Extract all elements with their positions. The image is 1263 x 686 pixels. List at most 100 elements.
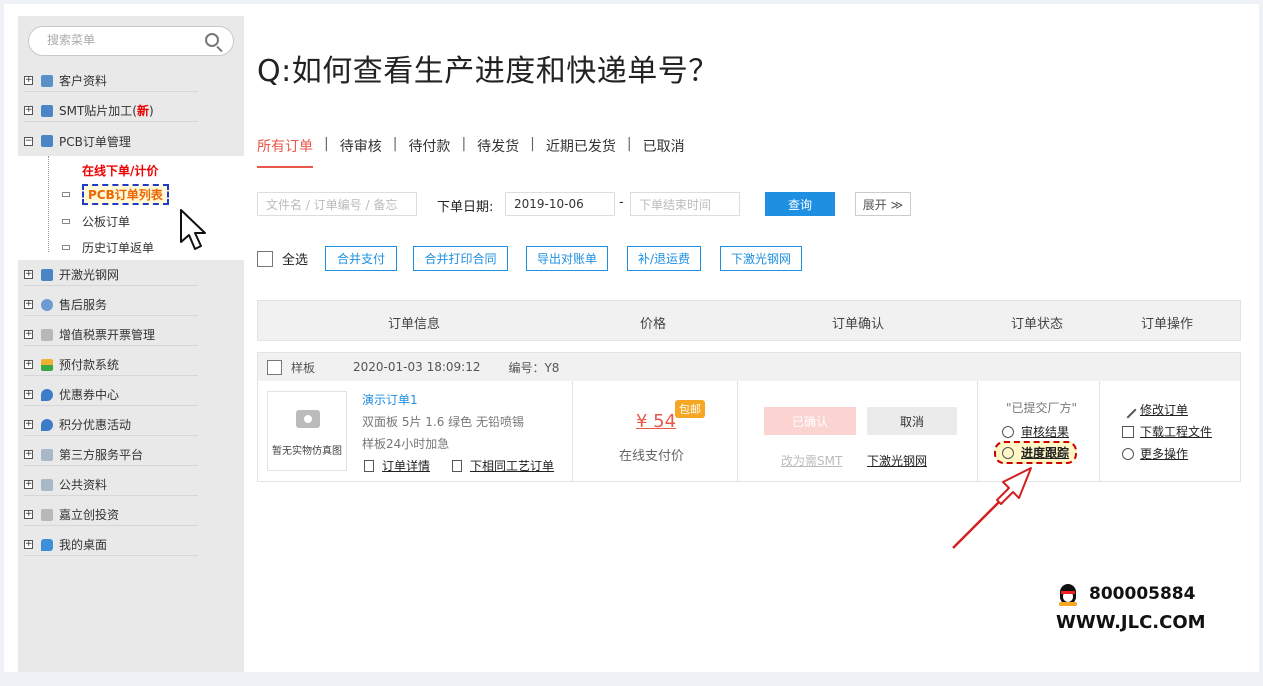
order-tabs: 所有订单 | 待审核 | 待付款 | 待发货 | 近期已发货 | 已取消 xyxy=(257,136,685,168)
review-result-link[interactable]: 审核结果 xyxy=(1002,423,1069,440)
sidebar-item-pcb[interactable]: − PCB订单管理 xyxy=(24,130,198,152)
document-icon xyxy=(41,508,53,521)
tab-pending-shipment[interactable]: 待发货 xyxy=(477,136,519,168)
sidebar-item-label: PCB订单管理 xyxy=(59,134,131,149)
order-status: "已提交厂方" xyxy=(1006,401,1078,415)
tab-cancelled[interactable]: 已取消 xyxy=(643,136,685,168)
order-checkbox[interactable] xyxy=(267,359,282,375)
column-header: 订单状态 xyxy=(1011,317,1064,332)
table-header: 订单信息 价格 订单确认 订单状态 订单操作 xyxy=(257,300,1241,341)
sidebar-item-invoice[interactable]: + 增值税票开票管理 xyxy=(24,324,198,346)
check-circle-icon xyxy=(1002,425,1014,438)
expand-icon[interactable]: + xyxy=(24,106,33,115)
mouse-cursor-icon xyxy=(180,209,206,250)
tab-recently-shipped[interactable]: 近期已发货 xyxy=(546,136,616,168)
product-thumbnail: 暂无实物仿真图 xyxy=(267,391,347,471)
bullet-icon xyxy=(62,218,70,224)
pcb-submenu: 在线下单/计价 PCB订单列表 公板订单 历史订单返单 xyxy=(18,156,244,260)
submenu-item-online-order[interactable]: 在线下单/计价 xyxy=(62,160,158,180)
menu-search-input[interactable] xyxy=(47,33,197,47)
column-header: 订单信息 xyxy=(388,317,441,332)
order-stencil-button[interactable]: 下激光钢网 xyxy=(720,246,802,271)
column-header: 价格 xyxy=(640,317,667,332)
sidebar-item-label: 开激光钢网 xyxy=(59,268,120,282)
person-icon xyxy=(41,298,53,311)
menu-search-box[interactable] xyxy=(28,26,234,56)
calendar-icon xyxy=(41,135,53,147)
modify-order-link[interactable]: 修改订单 xyxy=(1119,401,1188,418)
select-all[interactable]: 全选 xyxy=(257,249,308,268)
confirmed-button: 已确认 xyxy=(764,407,856,435)
camera-icon xyxy=(296,410,320,428)
order-stencil-link[interactable]: 下激光钢网 xyxy=(867,452,927,469)
expand-icon[interactable]: + xyxy=(24,420,33,429)
date-end-input[interactable]: 下单结束时间 xyxy=(630,192,740,216)
order-number: 编号：Y8 xyxy=(508,360,560,375)
collapse-icon[interactable]: − xyxy=(24,136,33,146)
sidebar-item-thirdparty[interactable]: + 第三方服务平台 xyxy=(24,444,198,466)
expand-icon[interactable]: + xyxy=(24,300,33,309)
qq-penguin-icon xyxy=(1057,582,1079,606)
shield-icon xyxy=(41,388,53,401)
submenu-item-pcb-list[interactable]: PCB订单列表 xyxy=(62,183,169,205)
sidebar-item-coupon[interactable]: + 优惠券中心 xyxy=(24,384,198,406)
change-to-smt-link: 改为需SMT xyxy=(781,454,843,468)
submenu-item-public-board[interactable]: 公板订单 xyxy=(62,211,130,231)
expand-icon[interactable]: + xyxy=(24,540,33,549)
sidebar-item-stencil[interactable]: + 开激光钢网 xyxy=(24,264,198,286)
user-icon xyxy=(41,74,53,87)
expand-icon[interactable]: + xyxy=(24,450,33,459)
money-icon xyxy=(41,358,53,371)
sidebar-item-label: 客户资料 xyxy=(59,74,108,88)
expand-icon[interactable]: + xyxy=(24,390,33,399)
tab-pending-payment[interactable]: 待付款 xyxy=(408,136,450,168)
order-detail-link[interactable]: 订单详情 xyxy=(364,457,430,474)
search-icon[interactable] xyxy=(205,33,219,47)
annotation-arrow-icon xyxy=(952,467,1032,549)
qq-number: 800005884 xyxy=(1089,584,1196,604)
tab-all-orders[interactable]: 所有订单 xyxy=(257,136,313,168)
column-divider xyxy=(1099,381,1100,481)
expand-icon[interactable]: + xyxy=(24,510,33,519)
order-price[interactable]: ¥ 54 xyxy=(636,411,676,432)
expand-icon[interactable]: + xyxy=(24,480,33,489)
sidebar-item-invest[interactable]: + 嘉立创投资 xyxy=(24,504,198,526)
sidebar-item-label: 嘉立创投资 xyxy=(59,508,120,522)
sidebar-item-points[interactable]: + 积分优惠活动 xyxy=(24,414,198,436)
order-spec: 双面板 5片 1.6 绿色 无铅喷锡 xyxy=(362,415,524,429)
sidebar-item-prepay[interactable]: + 预付款系统 xyxy=(24,354,198,376)
select-all-checkbox[interactable] xyxy=(257,250,273,267)
tab-pending-review[interactable]: 待审核 xyxy=(340,136,382,168)
date-start-input[interactable]: 2019-10-06 xyxy=(505,192,615,216)
column-header: 订单操作 xyxy=(1141,317,1194,332)
sidebar-item-customer[interactable]: + 客户资料 xyxy=(24,70,198,92)
expand-icon[interactable]: + xyxy=(24,270,33,279)
same-process-order-link[interactable]: 下相同工艺订单 xyxy=(452,457,554,474)
more-actions-link[interactable]: 更多操作 xyxy=(1122,445,1188,462)
clock-icon xyxy=(1002,446,1014,459)
more-icon xyxy=(1122,447,1134,460)
sidebar-item-aftersale[interactable]: + 售后服务 xyxy=(24,294,198,316)
sidebar-item-label: SMT贴片加工( xyxy=(59,104,137,118)
export-statement-button[interactable]: 导出对账单 xyxy=(526,246,608,271)
submenu-item-history-reorder[interactable]: 历史订单返单 xyxy=(62,237,154,257)
merge-pay-button[interactable]: 合并支付 xyxy=(325,246,397,271)
cancel-order-button[interactable]: 取消 xyxy=(867,407,957,435)
expand-button[interactable]: 展开 ≫ xyxy=(855,192,911,216)
shipping-fee-button[interactable]: 补/退运费 xyxy=(627,246,701,271)
merge-print-contract-button[interactable]: 合并打印合同 xyxy=(413,246,508,271)
query-button[interactable]: 查询 xyxy=(765,192,835,216)
expand-icon[interactable]: + xyxy=(24,360,33,369)
download-files-link[interactable]: 下载工程文件 xyxy=(1122,423,1212,440)
keyword-input[interactable]: 文件名 / 订单编号 / 备忘 xyxy=(257,192,417,216)
qq-contact: 800005884 xyxy=(1057,582,1195,606)
window-icon xyxy=(41,448,53,461)
sidebar-item-public-info[interactable]: + 公共资料 xyxy=(24,474,198,496)
order-name[interactable]: 演示订单1 xyxy=(362,391,418,408)
expand-icon[interactable]: + xyxy=(24,330,33,339)
sidebar-item-desktop[interactable]: + 我的桌面 xyxy=(24,534,198,556)
sidebar-item-smt[interactable]: + SMT贴片加工(新) xyxy=(24,100,198,122)
review-result-label: 审核结果 xyxy=(1021,425,1070,439)
sidebar-item-label: 优惠券中心 xyxy=(59,388,120,402)
expand-icon[interactable]: + xyxy=(24,76,33,85)
